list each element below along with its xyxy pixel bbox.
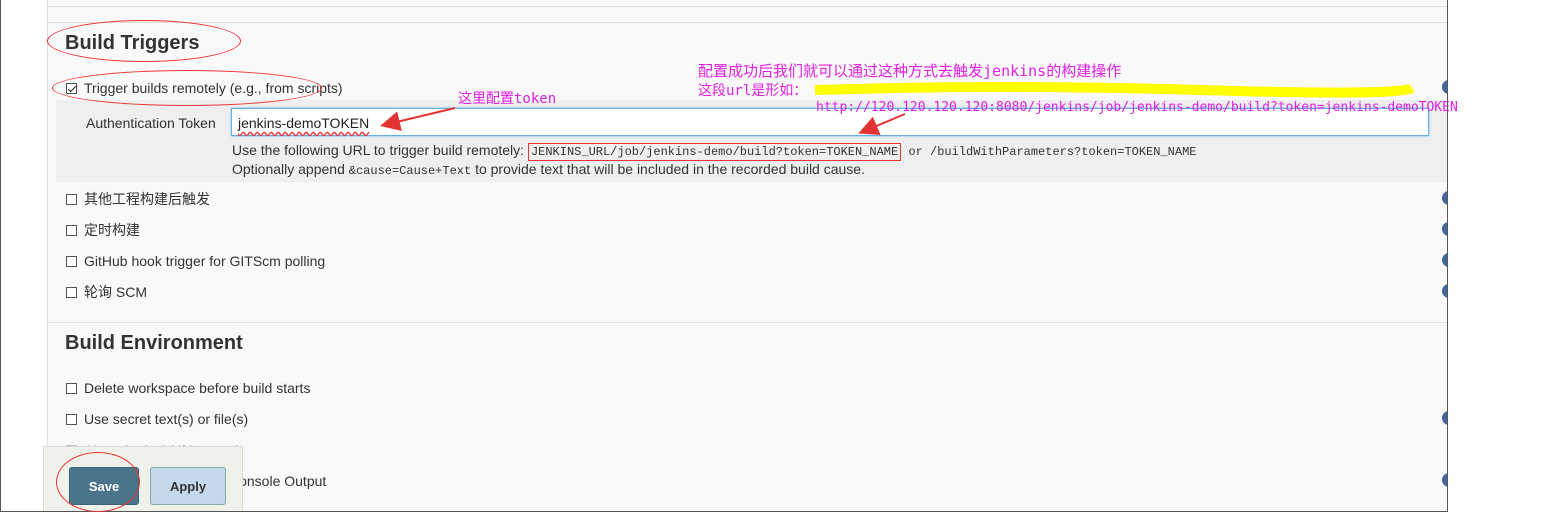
help-icon[interactable] <box>1442 411 1447 425</box>
divider <box>48 22 1447 23</box>
append-cause-code: &cause=Cause+Text <box>348 164 472 178</box>
success-annotation: 配置成功后我们就可以通过这种方式去触发jenkins的构建操作 <box>698 62 1122 80</box>
url-info-or: or /buildWithParameters?token=TOKEN_NAME <box>901 142 1197 159</box>
environment-option-checkbox[interactable] <box>66 382 77 394</box>
trigger-option-checkbox[interactable] <box>66 286 77 298</box>
trigger-url-info: Use the following URL to trigger build r… <box>232 142 1197 161</box>
url-form-annotation: 这段url是形如： <box>698 83 808 99</box>
trigger-option[interactable]: 其他工程构建后触发 <box>66 189 210 209</box>
build-triggers-circle <box>47 20 241 62</box>
url-info-prefix: Use the following URL to trigger build r… <box>232 142 528 158</box>
auth-token-value: jenkins-demoTOKEN <box>238 115 370 131</box>
trigger-option-label: GitHub hook trigger for GITScm polling <box>84 253 326 269</box>
environment-option[interactable]: Console Output <box>229 471 326 491</box>
build-environment-title: Build Environment <box>65 332 243 354</box>
trigger-remote-circle <box>52 70 322 106</box>
help-icon[interactable] <box>1442 222 1447 236</box>
environment-option-label: Console Output <box>229 473 327 489</box>
trigger-option-checkbox[interactable] <box>66 224 77 236</box>
help-icon[interactable] <box>1442 284 1447 298</box>
environment-option-label: Use secret text(s) or file(s) <box>84 411 249 427</box>
append-cause-info: Optionally append &cause=Cause+Text to p… <box>232 161 865 178</box>
divider <box>48 322 1447 323</box>
append-suffix: to provide text that will be included in… <box>471 161 865 177</box>
token-annotation: 这里配置token <box>458 91 557 107</box>
environment-option[interactable]: Use secret text(s) or file(s) <box>66 409 248 429</box>
trigger-option[interactable]: 轮询 SCM <box>66 282 147 302</box>
trigger-url-code: JENKINS_URL/job/jenkins-demo/build?token… <box>527 143 902 161</box>
trigger-option[interactable]: 定时构建 <box>66 220 140 240</box>
trigger-option-label: 定时构建 <box>84 222 140 238</box>
help-icon[interactable] <box>1442 191 1447 205</box>
environment-option[interactable]: Delete workspace before build starts <box>66 378 310 398</box>
trigger-option[interactable]: GitHub hook trigger for GITScm polling <box>66 251 325 271</box>
environment-option-checkbox[interactable] <box>66 413 77 425</box>
auth-token-label: Authentication Token <box>86 115 216 131</box>
trigger-option-checkbox[interactable] <box>66 193 77 205</box>
divider <box>48 6 1447 7</box>
build-with-params-code: or /buildWithParameters?token=TOKEN_NAME <box>901 145 1197 159</box>
trigger-option-label: 轮询 SCM <box>84 284 147 300</box>
append-prefix: Optionally append <box>232 161 349 177</box>
trigger-option-checkbox[interactable] <box>66 255 77 267</box>
help-icon[interactable] <box>1442 80 1447 94</box>
save-button-circle <box>56 452 140 512</box>
environment-option-label: Delete workspace before build starts <box>84 380 311 396</box>
help-icon[interactable] <box>1442 253 1447 267</box>
help-icon[interactable] <box>1442 473 1447 487</box>
trigger-option-label: 其他工程构建后触发 <box>84 191 210 207</box>
url-example-annotation: http://120.120.120.120:8080/jenkins/job/… <box>816 100 1458 115</box>
apply-button[interactable]: Apply <box>150 467 226 505</box>
